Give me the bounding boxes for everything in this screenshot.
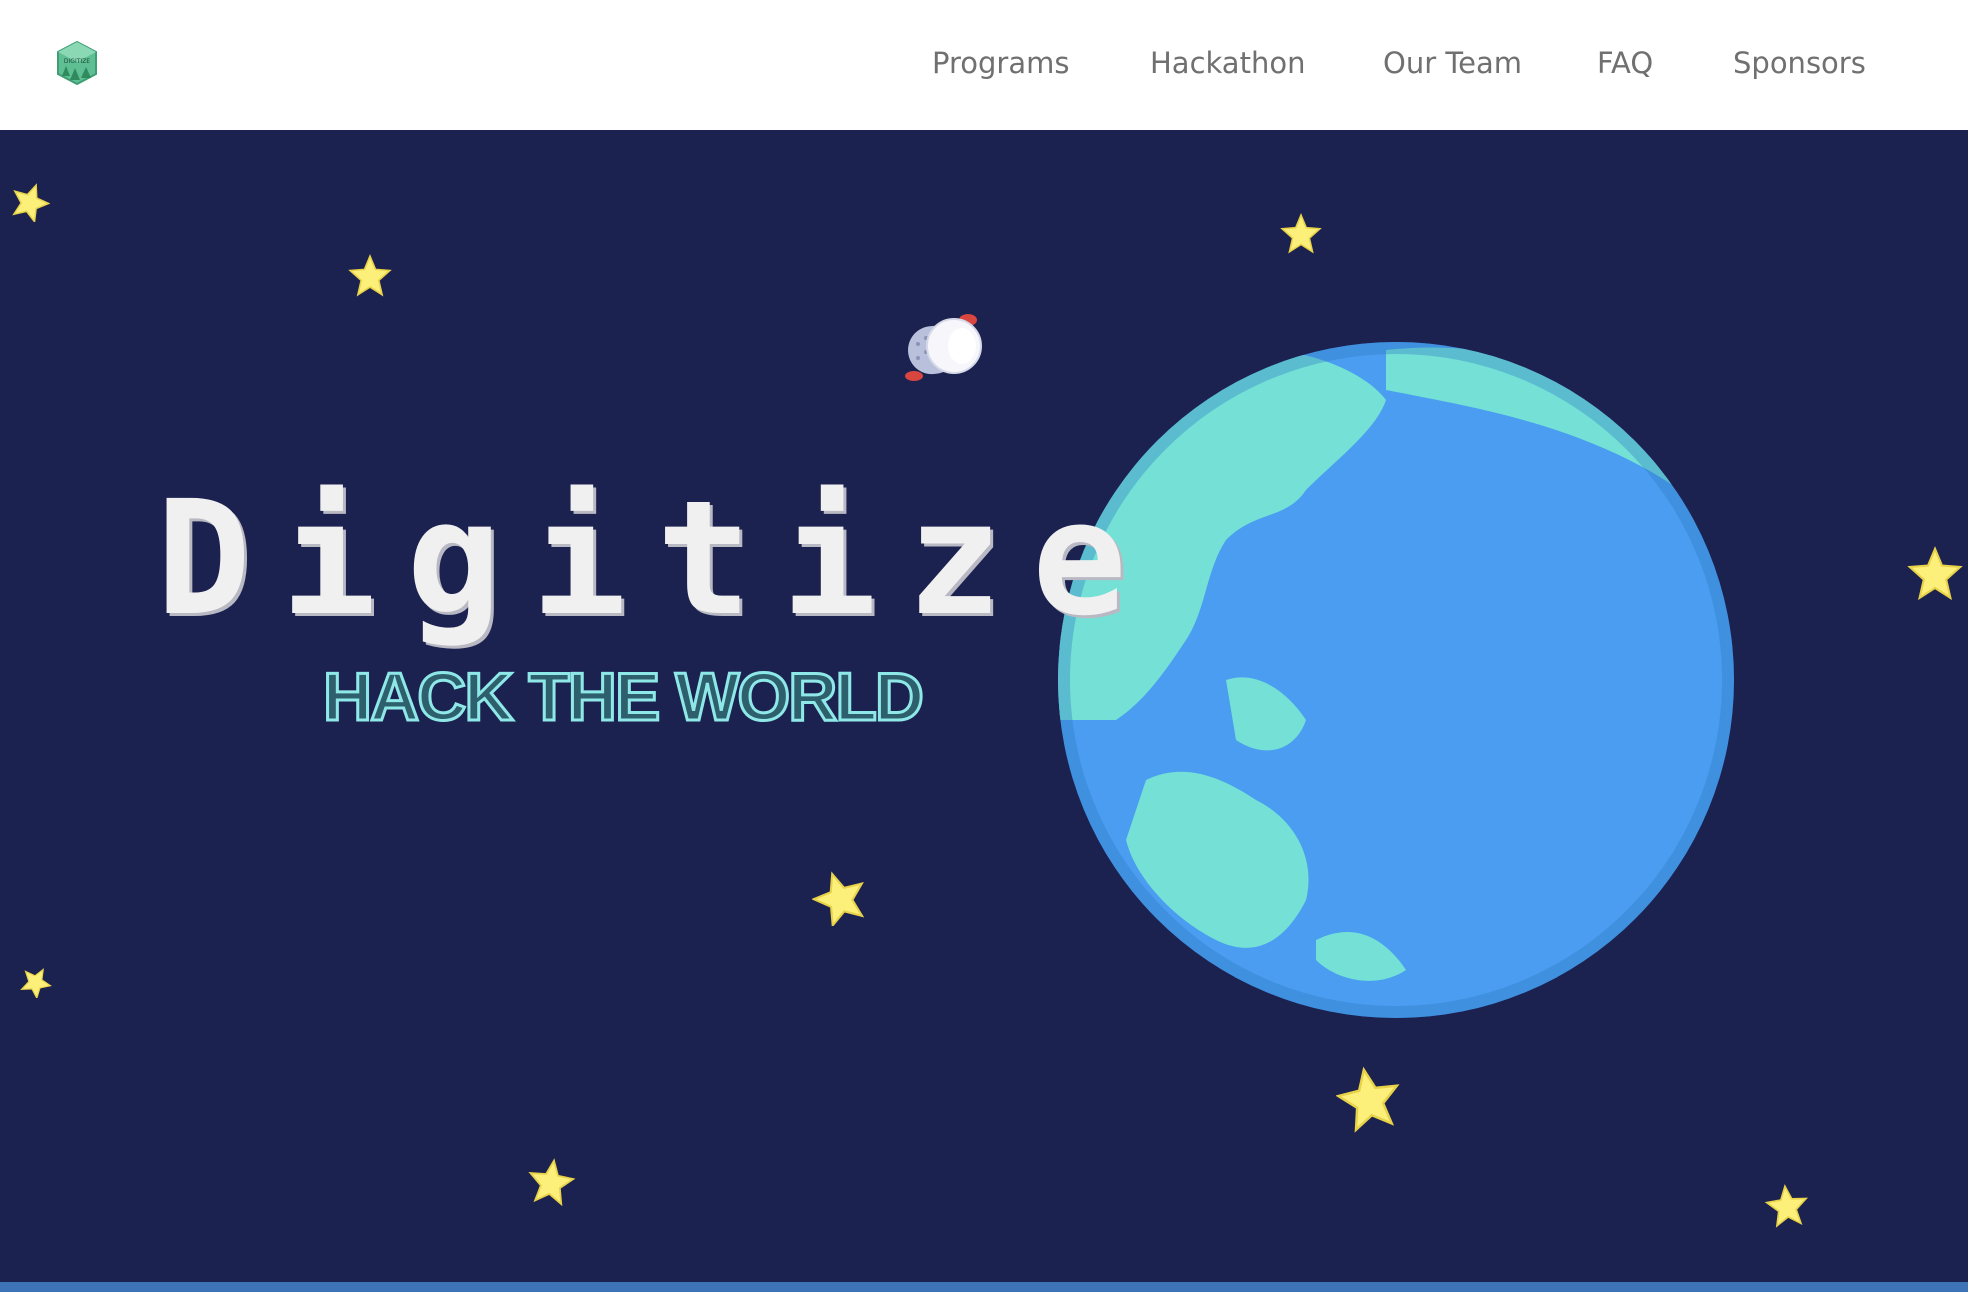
star-icon [12,183,50,222]
nav-menu: Programs Hackathon Our Team FAQ Sponsors [0,0,1968,130]
bottom-divider [0,1282,1968,1292]
star-icon [1336,1066,1400,1133]
star-icon [1764,1184,1809,1228]
nav-sponsors[interactable]: Sponsors [1733,40,1866,86]
hero-subtitle: HACK THE WORLD [321,659,925,735]
nav-our-team[interactable]: Our Team [1383,40,1522,86]
astronaut-icon [905,314,982,381]
hero-title: Digitize [156,467,1157,651]
star-icon [348,254,392,297]
top-navbar: DIGITIZE Programs Hackathon Our Team FAQ… [0,0,1968,130]
star-icon [1907,546,1963,601]
hero-section: Digitize HACK THE WORLD [0,130,1968,1282]
star-icon [812,871,865,926]
star-icon [528,1158,576,1206]
nav-hackathon[interactable]: Hackathon [1150,40,1305,86]
star-icon [1280,213,1322,254]
nav-faq[interactable]: FAQ [1597,40,1653,86]
earth-icon [1058,342,1734,1018]
star-icon [20,968,52,998]
nav-programs[interactable]: Programs [932,40,1069,86]
